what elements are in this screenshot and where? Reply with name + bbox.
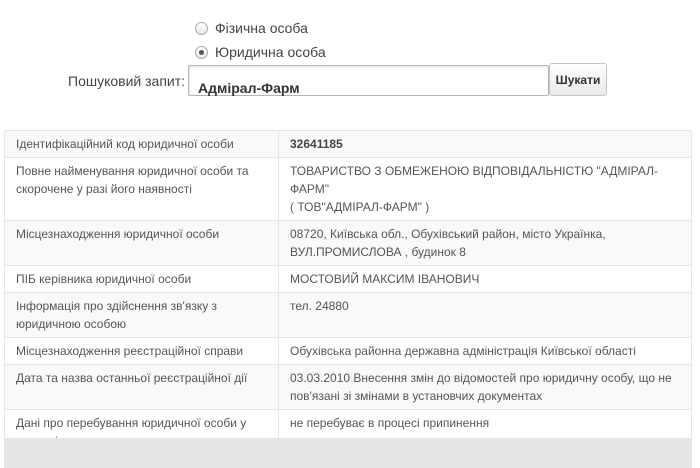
row-label: Ідентифікаційний код юридичної особи: [4, 130, 279, 158]
row-label: Повне найменування юридичної особи та ск…: [4, 157, 279, 221]
row-value: тел. 24880: [278, 292, 692, 338]
table-row-full-name: Повне найменування юридичної особи та ск…: [4, 157, 692, 221]
radio-selected-dot: [199, 49, 204, 55]
search-button[interactable]: Шукати: [549, 63, 607, 96]
search-query-label: Пошуковий запит:: [68, 73, 186, 89]
radio-person[interactable]: [195, 21, 208, 35]
row-value: 03.03.2010 Внесення змін до відомостей п…: [278, 364, 692, 410]
row-value: ТОВАРИСТВО З ОБМЕЖЕНОЮ ВІДПОВІДАЛЬНІСТЮ …: [278, 157, 692, 221]
table-row-id-code: Ідентифікаційний код юридичної особи 326…: [4, 130, 692, 158]
radio-person-label[interactable]: Фізична особа: [215, 20, 308, 36]
table-row-registry-location: Місцезнаходження реєстраційної справи Об…: [4, 337, 692, 365]
row-value: МОСТОВИЙ МАКСИМ ІВАНОВИЧ: [278, 265, 692, 293]
full-name-value: ТОВАРИСТВО З ОБМЕЖЕНОЮ ВІДПОВІДАЛЬНІСТЮ …: [290, 164, 658, 196]
short-name-value: ( ТОВ"АДМІРАЛ-ФАРМ" ): [290, 200, 430, 214]
row-label: Дата та назва останньої реєстраційної ді…: [4, 364, 279, 410]
table-row-director: ПІБ керівника юридичної особи МОСТОВИЙ М…: [4, 265, 692, 293]
table-footer: [4, 438, 692, 468]
table-row-contact: Інформація про здійснення зв'язку з юрид…: [4, 292, 692, 338]
row-value: 08720, Київська обл., Обухівський район,…: [278, 220, 692, 266]
radio-entity-label[interactable]: Юридична особа: [215, 44, 326, 60]
radio-person-option[interactable]: Фізична особа: [195, 20, 308, 36]
row-label: Інформація про здійснення зв'язку з юрид…: [4, 292, 279, 338]
result-table: Ідентифікаційний код юридичної особи 326…: [4, 130, 692, 455]
row-label: Місцезнаходження юридичної особи: [4, 220, 279, 266]
row-value: 32641185: [278, 130, 692, 158]
row-value: Обухівська районна державна адміністраці…: [278, 337, 692, 365]
radio-entity-option[interactable]: Юридична особа: [195, 44, 326, 60]
row-label: Місцезнаходження реєстраційної справи: [4, 337, 279, 365]
table-row-last-action: Дата та назва останньої реєстраційної ді…: [4, 364, 692, 410]
search-query-input[interactable]: Адмірал-Фарм: [188, 65, 549, 96]
radio-entity[interactable]: [195, 45, 208, 59]
table-row-location: Місцезнаходження юридичної особи 08720, …: [4, 220, 692, 266]
row-label: ПІБ керівника юридичної особи: [4, 265, 279, 293]
